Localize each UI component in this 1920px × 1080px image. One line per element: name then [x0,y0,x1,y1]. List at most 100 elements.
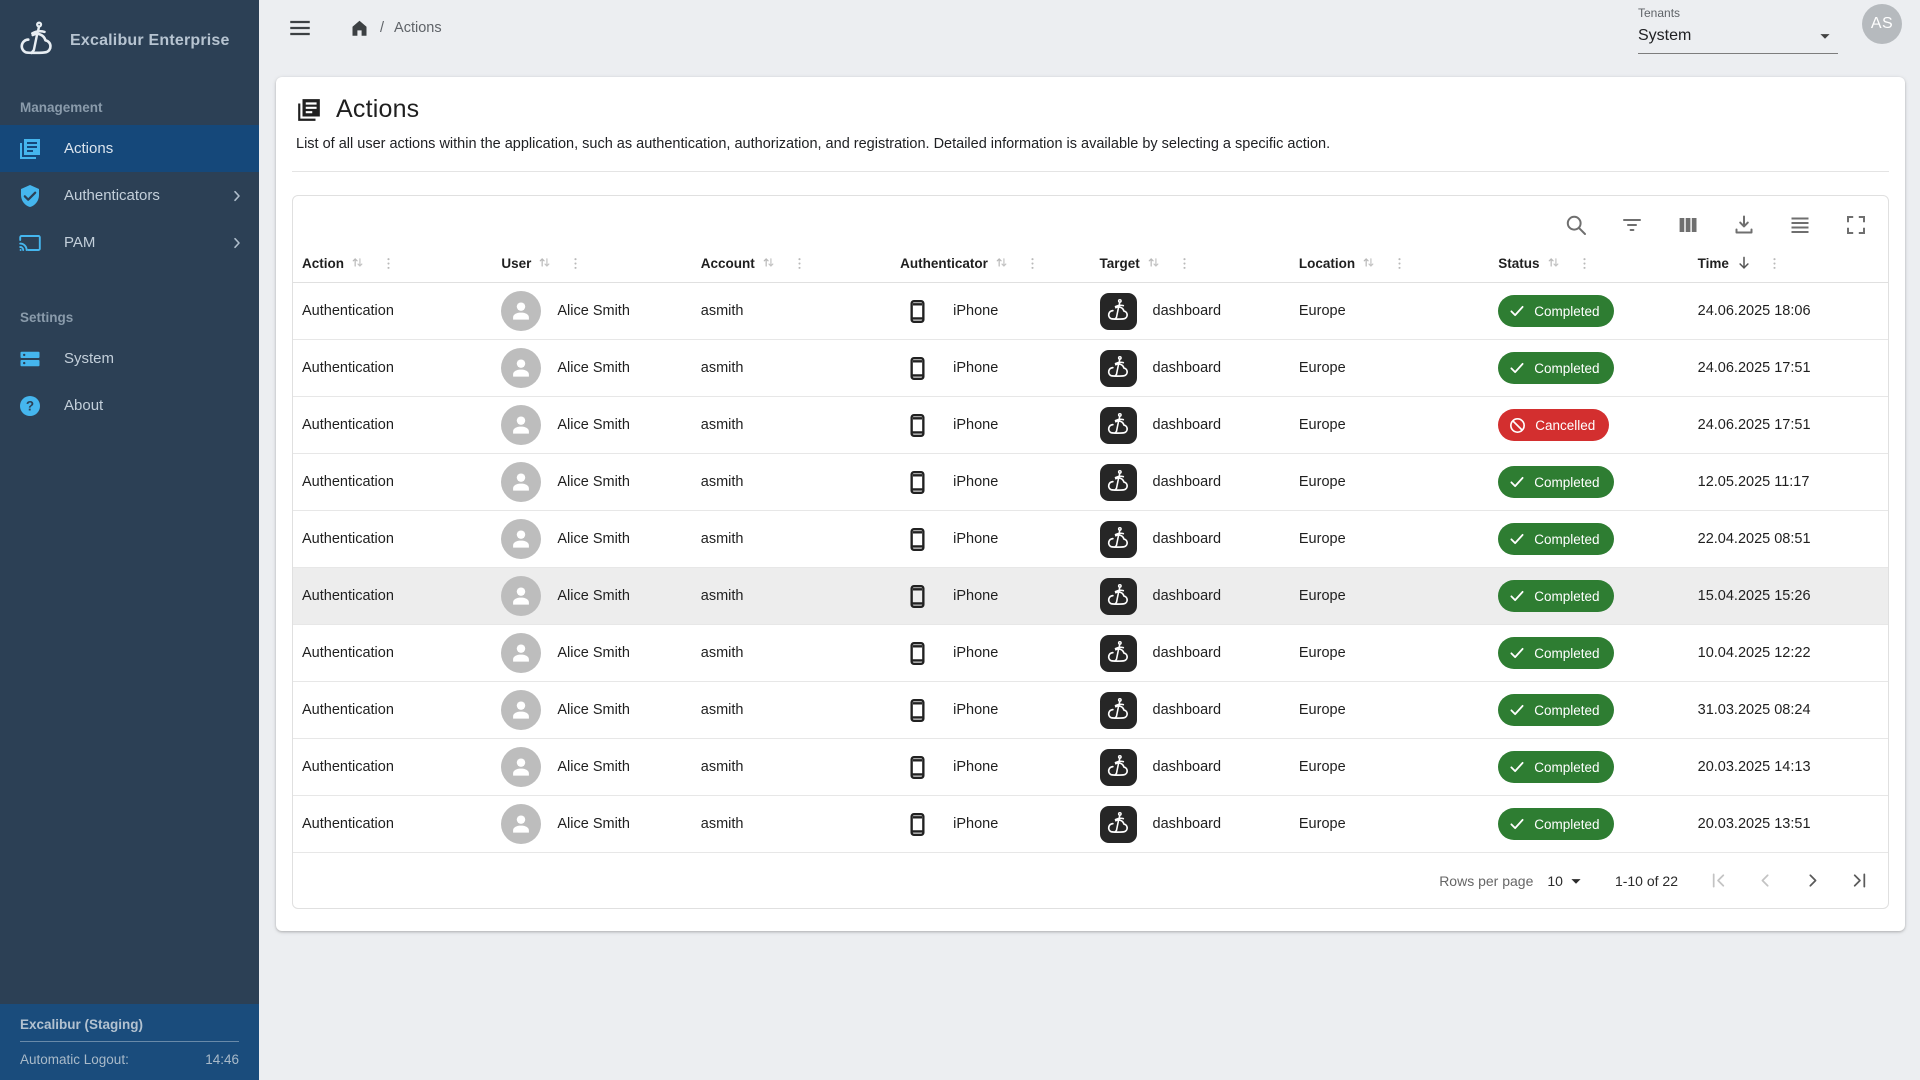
filter-button[interactable] [1620,213,1644,237]
table-row[interactable]: AuthenticationAlice SmithasmithiPhone da… [293,682,1888,739]
avatar [501,291,541,331]
last-page-icon [1849,870,1870,891]
status-label: Completed [1534,475,1599,490]
column-menu-icon[interactable] [1767,256,1782,271]
table-row[interactable]: AuthenticationAlice SmithasmithiPhone da… [293,283,1888,340]
table-row[interactable]: AuthenticationAlice SmithasmithiPhone da… [293,511,1888,568]
cast-icon [18,231,42,255]
column-header-action: Action [293,250,492,283]
cell-user: Alice Smith [492,511,691,568]
sort-icon[interactable] [761,255,778,272]
column-label: Account [701,256,755,271]
column-menu-icon[interactable] [1577,256,1592,271]
sort-icon[interactable] [537,255,554,272]
download-icon [1732,213,1756,237]
excalibur-logo-icon [1105,583,1132,610]
sidebar-item-authenticators[interactable]: Authenticators [0,172,259,219]
shield-check-icon [18,184,42,208]
column-menu-icon[interactable] [381,256,396,271]
check-icon [1508,644,1526,662]
menu-toggle-button[interactable] [287,15,313,41]
fullscreen-button[interactable] [1844,213,1868,237]
breadcrumb-separator: / [380,20,384,36]
column-menu-icon[interactable] [1025,256,1040,271]
cell-time: 20.03.2025 14:13 [1689,739,1888,796]
rows-per-page-select[interactable]: 10 [1547,870,1587,892]
column-menu-icon[interactable] [1177,256,1192,271]
user-name: Alice Smith [557,303,630,319]
sidebar-item-actions[interactable]: Actions [0,125,259,172]
avatar [501,633,541,673]
cell-authenticator: iPhone [891,340,1090,397]
sort-desc-icon[interactable] [1735,254,1753,272]
cell-status: Completed [1489,340,1688,397]
avatar[interactable]: AS [1862,4,1902,44]
excalibur-logo-icon [1105,526,1132,553]
sort-icon[interactable] [1546,255,1563,272]
home-icon[interactable] [349,18,370,39]
table-row[interactable]: AuthenticationAlice SmithasmithiPhone da… [293,340,1888,397]
next-page-button[interactable] [1802,870,1823,891]
first-page-icon [1708,870,1729,891]
page-description: List of all user actions within the appl… [296,136,1889,152]
tenant-select[interactable]: Tenants System [1638,2,1838,54]
cell-status: Completed [1489,511,1688,568]
density-button[interactable] [1788,213,1812,237]
cell-authenticator: iPhone [891,682,1090,739]
topbar: / Actions Tenants System AS [259,0,1920,56]
column-menu-icon[interactable] [792,256,807,271]
table-row[interactable]: AuthenticationAlice SmithasmithiPhone da… [293,796,1888,853]
sort-icon[interactable] [1361,255,1378,272]
smartphone-icon [904,469,931,496]
column-header-location: Location [1290,250,1489,283]
hamburger-icon [287,15,313,41]
cell-user: Alice Smith [492,796,691,853]
chevron-left-icon [1755,870,1776,891]
table-row[interactable]: AuthenticationAlice SmithasmithiPhone da… [293,568,1888,625]
last-page-button[interactable] [1849,870,1870,891]
sort-icon[interactable] [350,255,367,272]
table-row[interactable]: AuthenticationAlice SmithasmithiPhone da… [293,454,1888,511]
cell-authenticator: iPhone [891,454,1090,511]
sort-icon[interactable] [994,255,1011,272]
cell-status: Completed [1489,625,1688,682]
target-name: dashboard [1153,417,1222,433]
person-icon [508,526,534,552]
search-button[interactable] [1564,213,1588,237]
cell-action: Authentication [293,454,492,511]
cell-action: Authentication [293,283,492,340]
cell-target: dashboard [1091,796,1290,853]
cell-action: Authentication [293,625,492,682]
density-icon [1788,213,1812,237]
table-row[interactable]: AuthenticationAlice SmithasmithiPhone da… [293,625,1888,682]
rows-per-page-value: 10 [1547,873,1563,889]
columns-button[interactable] [1676,213,1700,237]
sidebar-item-label: PAM [64,234,95,251]
sidebar-nav: ManagementActionsAuthenticatorsPAMSettin… [0,84,259,429]
pagination-bar: Rows per page 10 1-10 of 22 [293,853,1888,908]
user-name: Alice Smith [557,531,630,547]
cell-location: Europe [1290,454,1489,511]
sort-icon[interactable] [1146,255,1163,272]
sidebar-item-system[interactable]: System [0,335,259,382]
nav-section-label: Management [0,84,259,125]
person-icon [508,298,534,324]
column-menu-icon[interactable] [1392,256,1407,271]
column-menu-icon[interactable] [568,256,583,271]
library-icon [296,97,322,123]
cell-action: Authentication [293,796,492,853]
cell-time: 10.04.2025 12:22 [1689,625,1888,682]
column-label: User [501,256,531,271]
sidebar-item-about[interactable]: ?About [0,382,259,429]
table-row[interactable]: AuthenticationAlice SmithasmithiPhone da… [293,397,1888,454]
sidebar-item-pam[interactable]: PAM [0,219,259,266]
authenticator-name: iPhone [953,531,998,547]
download-button[interactable] [1732,213,1756,237]
person-icon [508,754,534,780]
table-row[interactable]: AuthenticationAlice SmithasmithiPhone da… [293,739,1888,796]
check-icon [1508,815,1526,833]
authenticator-name: iPhone [953,645,998,661]
cell-location: Europe [1290,511,1489,568]
cell-target: dashboard [1091,397,1290,454]
breadcrumb: / Actions [349,18,442,39]
